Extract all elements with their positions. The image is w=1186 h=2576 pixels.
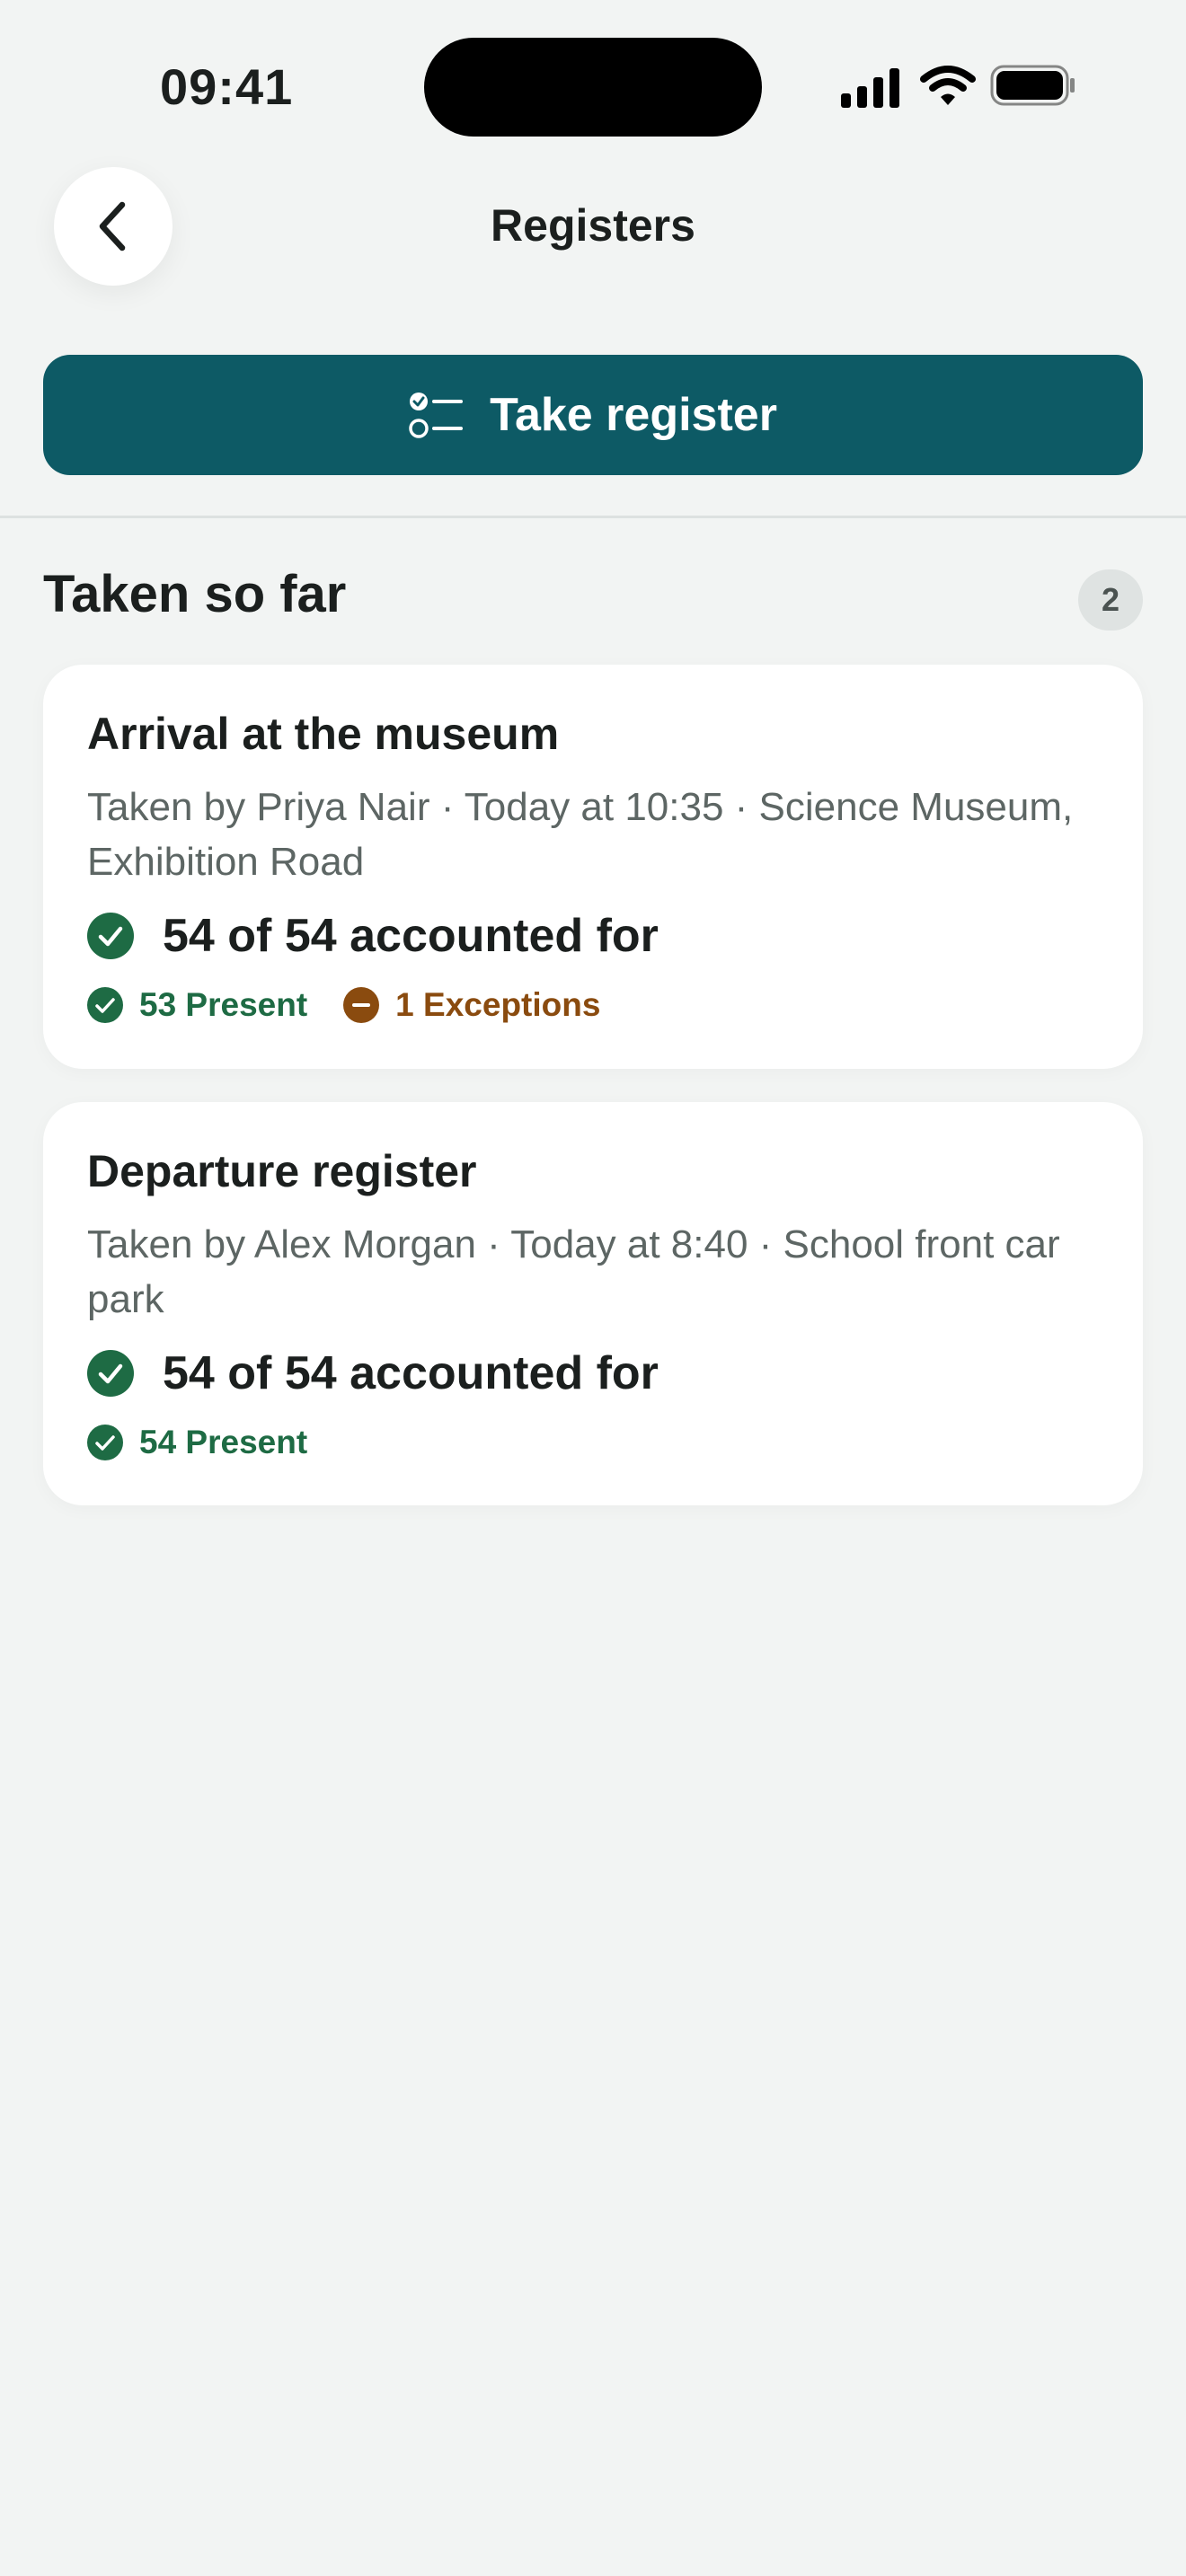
exceptions-count: 1 Exceptions <box>395 986 601 1023</box>
status-bar: 09:41 <box>0 0 1186 171</box>
register-card[interactable]: Arrival at the museum Taken by Priya Nai… <box>43 665 1143 1069</box>
minus-circle-icon <box>343 987 380 1023</box>
status-chips: 53 Present 1 Exceptions <box>87 986 636 1024</box>
section-title: Taken so far <box>43 565 347 623</box>
count-badge: 2 <box>1078 569 1143 631</box>
dynamic-island <box>424 38 762 137</box>
accounted-text: 54 of 54 accounted for <box>163 910 659 962</box>
exceptions-chip: 1 Exceptions <box>343 986 600 1024</box>
register-title: Arrival at the museum <box>87 709 560 759</box>
present-count: 54 Present <box>139 1424 308 1460</box>
check-circle-icon <box>87 1350 134 1397</box>
register-meta: Taken by Priya Nair · Today at 10:35 · S… <box>87 785 1074 884</box>
status-chips: 54 Present <box>87 1424 343 1461</box>
register-title: Departure register <box>87 1146 477 1196</box>
check-circle-icon <box>87 913 134 959</box>
accounted-row: 54 of 54 accounted for <box>87 909 659 963</box>
present-chip: 54 Present <box>87 1424 307 1461</box>
take-register-button[interactable]: Take register <box>43 355 1143 475</box>
page-title: Registers <box>491 200 695 251</box>
status-icons <box>836 63 1078 111</box>
wifi-icon <box>920 66 976 105</box>
battery-icon <box>990 65 1075 106</box>
accounted-text: 54 of 54 accounted for <box>163 1347 659 1399</box>
accounted-row: 54 of 54 accounted for <box>87 1346 659 1400</box>
status-time: 09:41 <box>160 58 294 115</box>
present-count: 53 Present <box>139 986 308 1023</box>
register-card[interactable]: Departure register Taken by Alex Morgan … <box>43 1102 1143 1505</box>
check-circle-icon <box>87 1425 123 1460</box>
divider <box>0 516 1186 518</box>
register-meta: Taken by Alex Morgan · Today at 8:40 · S… <box>87 1222 1060 1321</box>
cellular-signal-icon <box>841 68 899 108</box>
take-register-label: Take register <box>490 389 777 441</box>
checklist-icon <box>409 393 464 438</box>
check-circle-icon <box>87 987 123 1023</box>
present-chip: 53 Present <box>87 986 307 1024</box>
